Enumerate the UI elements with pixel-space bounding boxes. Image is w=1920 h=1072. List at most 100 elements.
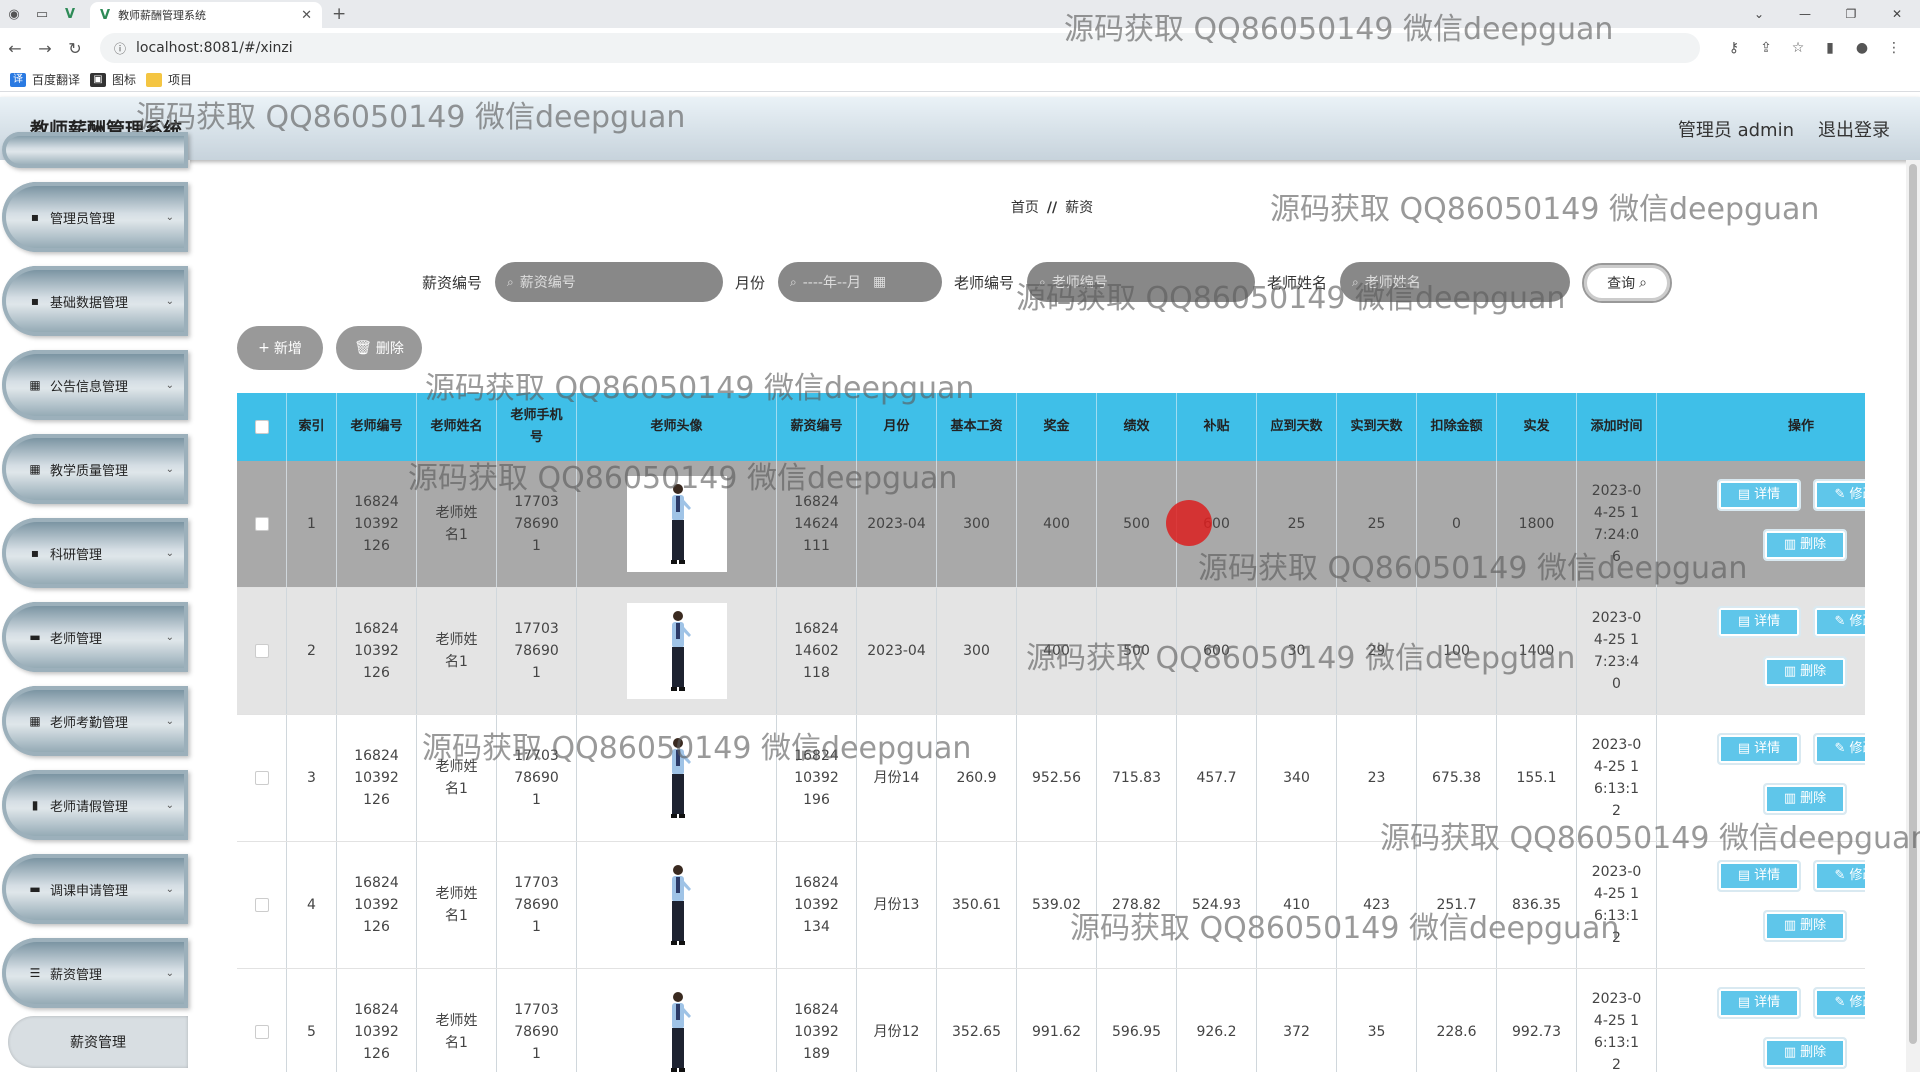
add-button[interactable]: + 新增	[237, 326, 323, 370]
browser-tab-active[interactable]: V 教师薪酬管理系统 ✕	[90, 2, 322, 28]
sidebar: ▪ 管理员管理 ⌄ ▪ 基础数据管理 ⌄ ▦ 公告信息管理 ⌄ ▦ 教学质量管理 ⌄ ▪ 科研管理…	[0, 132, 190, 1072]
salary-no-input[interactable]: ⌕ 薪资编号	[495, 262, 723, 302]
bookmark-item[interactable]: 译百度翻译	[10, 71, 80, 88]
forward-icon[interactable]: →	[30, 39, 60, 58]
table-row[interactable]: 3 1682410392126 老师姓名1 17703786901 1682410392…	[237, 715, 1865, 842]
delete-button[interactable]: ▥ 删除	[1763, 1037, 1847, 1069]
cell-allow: 600	[1177, 588, 1257, 714]
row-checkbox[interactable]	[254, 1025, 269, 1039]
cell-net: 992.73	[1497, 969, 1577, 1072]
delete-button[interactable]: ▥ 删除	[1763, 910, 1847, 942]
teacher-avatar	[626, 984, 727, 1072]
key-icon[interactable]: ⚷	[1718, 40, 1750, 56]
sidebar-item-attendance[interactable]: ▦ 老师考勤管理 ⌄	[2, 686, 188, 756]
row-checkbox[interactable]	[254, 517, 269, 531]
cell-bonus: 991.62	[1017, 969, 1097, 1072]
select-all-checkbox[interactable]	[254, 420, 269, 434]
cell-deduct: 0	[1417, 461, 1497, 587]
teacher-no-input[interactable]: ⌕ 老师编号	[1027, 262, 1255, 302]
sidebar-item-leave[interactable]: ▮ 老师请假管理 ⌄	[2, 770, 188, 840]
scrollbar-thumb[interactable]	[1909, 164, 1917, 1044]
bookmarks-bar: 译百度翻译 ▣ 图标 项目	[0, 68, 1920, 92]
delete-button[interactable]: ▥ 删除	[1763, 656, 1847, 688]
breadcrumb-home[interactable]: 首页	[1011, 200, 1039, 216]
sidebar-item-teaching-quality[interactable]: ▦ 教学质量管理 ⌄	[2, 434, 188, 504]
profile-icon[interactable]: ●	[1846, 40, 1878, 56]
teacher-name-input[interactable]: ⌕ 老师姓名	[1340, 262, 1570, 302]
edit-button[interactable]: ✎修改	[1813, 733, 1865, 765]
table-row[interactable]: 2 1682410392126 老师姓名1 17703786901 1682414602…	[237, 588, 1865, 715]
browser-menu-icon[interactable]: ◉	[0, 0, 28, 28]
delete-button[interactable]: ▥ 删除	[1763, 783, 1847, 815]
month-input[interactable]: ⌕ ----年--月 ▦	[778, 262, 942, 302]
edit-button[interactable]: ✎修改	[1813, 860, 1865, 892]
edit-button[interactable]: ✎修改	[1813, 606, 1865, 638]
user-info: 管理员 admin 退出登录	[1678, 116, 1890, 142]
close-tab-icon[interactable]: ✕	[301, 8, 312, 23]
query-button[interactable]: 查询 ⌕	[1582, 263, 1672, 303]
page-scrollbar[interactable]	[1906, 160, 1920, 1072]
sidebar-item-admin[interactable]: ▪ 管理员管理 ⌄	[2, 182, 188, 252]
detail-button[interactable]: ▤ 详情	[1717, 987, 1801, 1019]
logout-link[interactable]: 退出登录	[1818, 116, 1890, 142]
teacher-avatar-figure	[670, 611, 691, 691]
cell-tname: 老师姓名1	[417, 715, 497, 841]
sidebar-item-course-swap[interactable]: ▬ 调课申请管理 ⌄	[2, 854, 188, 924]
calendar-icon[interactable]: ▦	[873, 274, 886, 290]
briefcase-icon: ▪	[30, 210, 40, 224]
detail-button[interactable]: ▤ 详情	[1717, 479, 1801, 511]
row-checkbox[interactable]	[254, 771, 269, 785]
sidepanel-icon[interactable]: ▮	[1814, 40, 1846, 56]
detail-button[interactable]: ▤ 详情	[1717, 860, 1801, 892]
share-icon[interactable]: ⇪	[1750, 40, 1782, 56]
sidebar-item-salary[interactable]: ☰ 薪资管理 ⌄	[2, 938, 188, 1008]
sidebar-item-basic-data[interactable]: ▪ 基础数据管理 ⌄	[2, 266, 188, 336]
restore-icon[interactable]: ❐	[1828, 0, 1874, 28]
detail-button[interactable]: ▤ 详情	[1717, 733, 1801, 765]
edit-button[interactable]: ✎修改	[1813, 987, 1865, 1019]
url-field[interactable]: ⓘ localhost:8081/#/xinzi	[100, 33, 1700, 63]
vue-logo-icon[interactable]: V	[56, 0, 84, 28]
minimize-icon[interactable]: —	[1782, 0, 1828, 28]
avatar-cell	[577, 461, 777, 587]
teacher-avatar-figure	[670, 738, 691, 818]
edit-button[interactable]: ✎修改	[1813, 479, 1865, 511]
tab-search-icon[interactable]: ⌄	[1736, 0, 1782, 28]
table-row[interactable]: 1 1682410392126 老师姓名1 17703786901 1682414624…	[237, 461, 1865, 588]
sidebar-item-notice[interactable]: ▦ 公告信息管理 ⌄	[2, 350, 188, 420]
star-icon[interactable]: ☆	[1782, 40, 1814, 56]
back-icon[interactable]: ←	[0, 39, 30, 58]
chevron-down-icon: ⌄	[165, 547, 174, 559]
row-checkbox[interactable]	[254, 898, 269, 912]
site-info-icon[interactable]: ⓘ	[114, 40, 126, 57]
table-row[interactable]: 5 1682410392126 老师姓名1 17703786901 1682410392…	[237, 969, 1865, 1072]
new-tab-icon[interactable]: +	[332, 4, 346, 24]
breadcrumb-current: 薪资	[1065, 200, 1094, 216]
batch-delete-button[interactable]: 🗑 删除	[336, 326, 422, 370]
teacher-no-label: 老师编号	[954, 274, 1015, 292]
bookmark-item[interactable]: ▣ 图标	[90, 71, 136, 88]
trash-icon: ▥	[1783, 791, 1797, 806]
sidebar-subitem-salary[interactable]: 薪资管理	[8, 1016, 188, 1068]
trash-icon: ▥	[1783, 918, 1797, 933]
reload-icon[interactable]: ↻	[60, 39, 90, 58]
sidebar-item-partial[interactable]	[2, 132, 188, 168]
cell-net: 1400	[1497, 588, 1577, 714]
app-header: 教师薪酬管理系统 管理员 admin 退出登录	[0, 97, 1920, 160]
trash-icon: ▥	[1783, 664, 1797, 679]
cell-bonus: 400	[1017, 461, 1097, 587]
tab-placeholder-icon[interactable]: ▭	[28, 0, 56, 28]
cell-base: 300	[937, 461, 1017, 587]
row-checkbox[interactable]	[254, 644, 269, 658]
trash-icon: 🗑	[354, 340, 372, 356]
sidebar-item-research[interactable]: ▪ 科研管理 ⌄	[2, 518, 188, 588]
delete-button[interactable]: ▥ 删除	[1763, 529, 1847, 561]
detail-button[interactable]: ▤ 详情	[1717, 606, 1801, 638]
sidebar-item-teacher[interactable]: ▬ 老师管理 ⌄	[2, 602, 188, 672]
bookmark-item[interactable]: 项目	[146, 71, 192, 88]
col-header: 绩效	[1097, 393, 1177, 461]
more-icon[interactable]: ⋮	[1878, 40, 1910, 56]
close-window-icon[interactable]: ✕	[1874, 0, 1920, 28]
cell-time: 2023-04-25 17:24:06	[1577, 461, 1657, 587]
table-row[interactable]: 4 1682410392126 老师姓名1 17703786901 1682410392…	[237, 842, 1865, 969]
